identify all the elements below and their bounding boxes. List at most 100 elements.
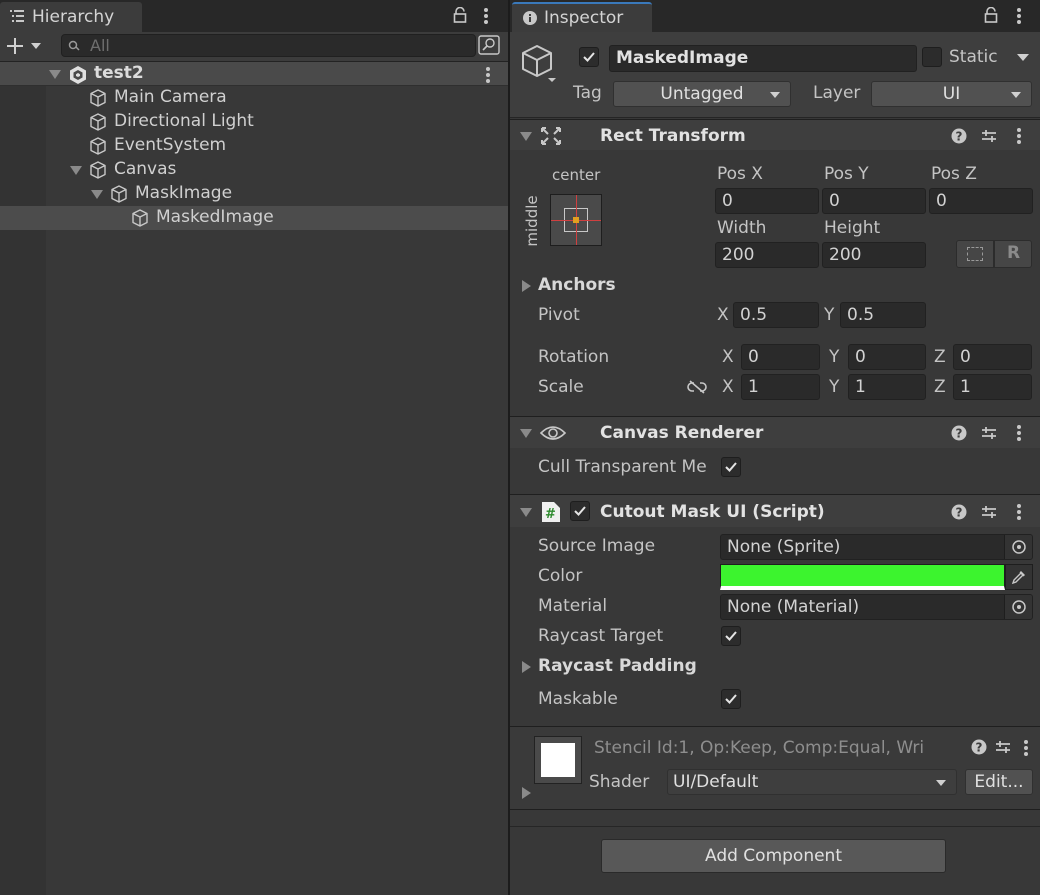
hierarchy-item-eventsystem[interactable]: EventSystem: [46, 134, 508, 158]
scale-y-field[interactable]: 1: [848, 374, 926, 400]
object-picker-button[interactable]: [1004, 535, 1032, 559]
anchors-foldout-icon[interactable]: [522, 280, 531, 292]
raycast-target-label: Raycast Target: [538, 626, 664, 646]
chevron-down-icon: [1011, 92, 1021, 98]
add-component-button[interactable]: Add Component: [601, 839, 946, 873]
rot-x-axis: X: [722, 347, 734, 367]
help-icon[interactable]: ?: [951, 425, 967, 441]
material-field[interactable]: None (Material): [720, 594, 1033, 620]
chevron-down-icon: [31, 43, 41, 49]
help-icon[interactable]: ?: [971, 739, 987, 755]
hierarchy-item-canvas[interactable]: Canvas: [46, 158, 508, 182]
raycast-target-checkbox[interactable]: [721, 626, 741, 646]
component-menu-icon[interactable]: [1017, 504, 1021, 522]
scene-foldout-icon[interactable]: [49, 70, 61, 79]
scale-x-field[interactable]: 1: [741, 374, 820, 400]
static-dropdown-icon[interactable]: [1017, 54, 1029, 61]
svg-text:?: ?: [956, 130, 963, 144]
cutout-mask-header[interactable]: # Cutout Mask UI (Script) ?: [510, 494, 1040, 527]
material-menu-icon[interactable]: [1024, 740, 1028, 758]
gameobject-icon: [132, 209, 148, 227]
pos-z-field[interactable]: 0: [929, 188, 1033, 214]
maskable-checkbox[interactable]: [721, 689, 741, 709]
raycast-padding-foldout-icon[interactable]: [522, 661, 531, 673]
material-foldout-icon[interactable]: [522, 787, 531, 799]
width-field[interactable]: 200: [715, 242, 819, 268]
gameobject-icon: [111, 185, 127, 203]
object-picker-button[interactable]: [1004, 595, 1032, 619]
object-name-field[interactable]: MaskedImage: [609, 45, 917, 72]
hierarchy-item-maskedimage[interactable]: MaskedImage: [46, 206, 508, 230]
scene-menu-icon[interactable]: [486, 67, 490, 85]
pivot-x-field[interactable]: 0.5: [733, 302, 819, 328]
create-button[interactable]: [5, 36, 45, 56]
rotation-z-field[interactable]: 0: [953, 344, 1032, 370]
presets-icon[interactable]: [995, 739, 1011, 755]
hierarchy-item-label: Main Camera: [114, 87, 227, 107]
cutout-mask-enabled-checkbox[interactable]: [570, 501, 590, 521]
shader-dropdown[interactable]: UI/Default: [667, 769, 957, 795]
hierarchy-item-main-camera[interactable]: Main Camera: [46, 86, 508, 110]
cull-transparent-label: Cull Transparent Me: [538, 457, 707, 477]
gameobject-large-icon[interactable]: [520, 44, 558, 84]
presets-icon[interactable]: [981, 504, 997, 520]
blueprint-mode-button[interactable]: [956, 240, 994, 268]
maskimage-foldout-icon[interactable]: [91, 190, 103, 199]
rotation-y-field[interactable]: 0: [848, 344, 926, 370]
shader-edit-button[interactable]: Edit...: [965, 769, 1033, 795]
cull-transparent-checkbox[interactable]: [721, 457, 741, 477]
rect-transform-header[interactable]: Rect Transform ?: [510, 119, 1040, 150]
component-menu-icon[interactable]: [1017, 128, 1021, 146]
material-preview[interactable]: [534, 736, 582, 784]
hierarchy-tab[interactable]: Hierarchy: [0, 2, 142, 32]
lock-icon[interactable]: [983, 7, 999, 23]
presets-icon[interactable]: [981, 425, 997, 441]
rect-transform-foldout-icon[interactable]: [520, 132, 532, 141]
scale-z-field[interactable]: 1: [953, 374, 1032, 400]
scale-x-axis: X: [722, 377, 734, 397]
info-icon: [523, 11, 537, 25]
hierarchy-search-input[interactable]: All: [61, 34, 476, 57]
color-swatch[interactable]: [720, 564, 1005, 590]
inspector-tab[interactable]: Inspector: [512, 2, 652, 32]
rect-transform-icon: [541, 127, 561, 145]
canvas-foldout-icon[interactable]: [70, 166, 82, 175]
raycast-padding-label[interactable]: Raycast Padding: [538, 656, 697, 676]
anchor-v-label: middle: [523, 195, 541, 247]
tag-dropdown[interactable]: Untagged: [613, 81, 791, 107]
help-icon[interactable]: ?: [951, 504, 967, 520]
raw-edit-button[interactable]: R: [994, 240, 1032, 268]
canvas-renderer-foldout-icon[interactable]: [520, 429, 532, 438]
pivot-y-field[interactable]: 0.5: [840, 302, 926, 328]
scene-row[interactable]: test2: [0, 62, 508, 86]
component-menu-icon[interactable]: [1017, 425, 1021, 443]
material-value: None (Material): [727, 597, 860, 617]
eye-icon: [540, 426, 566, 440]
rotation-x-field[interactable]: 0: [741, 344, 820, 370]
static-checkbox[interactable]: [922, 47, 942, 67]
source-image-field[interactable]: None (Sprite): [720, 534, 1033, 560]
unlink-icon[interactable]: [687, 380, 707, 394]
help-icon[interactable]: ?: [951, 128, 967, 144]
anchors-label[interactable]: Anchors: [538, 275, 616, 295]
color-picker-button[interactable]: [1005, 564, 1033, 590]
search-icon: [68, 40, 80, 51]
cutout-mask-foldout-icon[interactable]: [520, 508, 532, 517]
canvas-renderer-header[interactable]: Canvas Renderer ?: [510, 416, 1040, 448]
inspector-menu-icon[interactable]: [1017, 8, 1021, 26]
hierarchy-gutter: [0, 62, 46, 895]
lock-icon[interactable]: [452, 7, 468, 23]
hierarchy-item-directional-light[interactable]: Directional Light: [46, 110, 508, 134]
hierarchy-menu-icon[interactable]: [484, 8, 488, 26]
height-field[interactable]: 200: [822, 242, 926, 268]
pos-y-field[interactable]: 0: [822, 188, 926, 214]
hierarchy-item-label: EventSystem: [114, 135, 227, 155]
anchor-presets-button[interactable]: [550, 194, 602, 246]
dashed-rect-icon: [967, 247, 983, 261]
presets-icon[interactable]: [981, 128, 997, 144]
hierarchy-item-maskimage[interactable]: MaskImage: [46, 182, 508, 206]
layer-dropdown[interactable]: UI: [871, 81, 1032, 107]
scene-search-icon[interactable]: [478, 35, 500, 55]
active-checkbox[interactable]: [579, 47, 599, 67]
pos-x-field[interactable]: 0: [715, 188, 819, 214]
